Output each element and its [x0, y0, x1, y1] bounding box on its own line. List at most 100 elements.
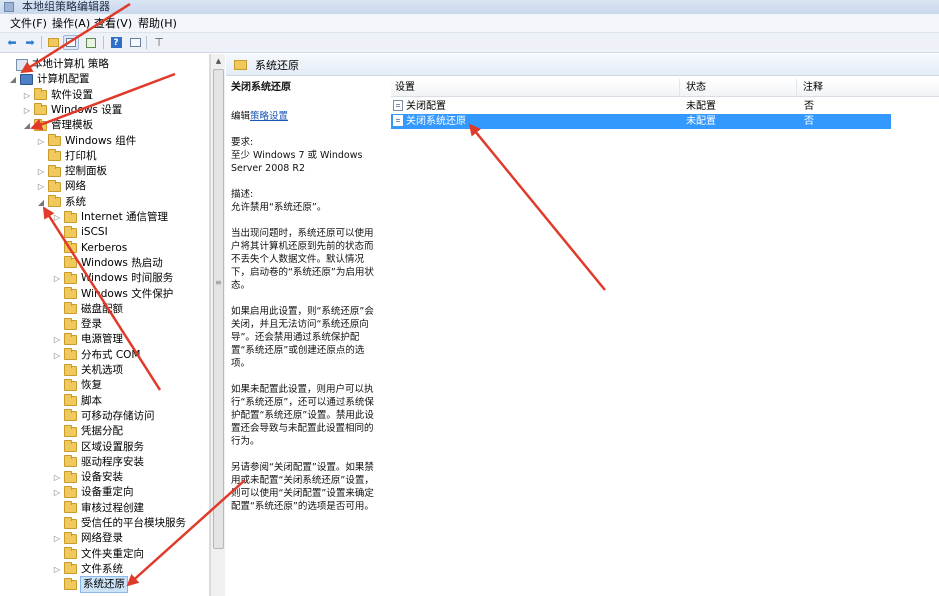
tree-item[interactable]: 系统还原 — [52, 576, 128, 594]
back-icon[interactable]: ⬅ — [4, 35, 20, 50]
collapse-toggle-icon[interactable]: ◢ — [36, 197, 46, 207]
scroll-grip-icon: ≡ — [215, 278, 222, 287]
help-icon[interactable]: ? — [108, 35, 124, 50]
tree-item[interactable]: ▷ 设备重定向 — [52, 485, 134, 500]
requirements-label: 要求: — [231, 137, 254, 148]
tree-item[interactable]: 凭据分配 — [52, 424, 123, 439]
tree-item[interactable]: 登录 — [52, 317, 102, 332]
list-row[interactable]: 关闭系统还原 未配置 否 — [391, 114, 891, 129]
tree-item-label: 恢复 — [81, 379, 102, 392]
tree-item-label: 审核过程创建 — [81, 501, 144, 514]
toggle-spacer — [52, 580, 62, 590]
menu-view[interactable]: 查看(V) — [92, 16, 134, 31]
edit-policy-link[interactable]: 策略设置 — [250, 111, 288, 122]
tree-item[interactable]: 恢复 — [52, 378, 102, 393]
tree-item[interactable]: ▷ 控制面板 — [36, 164, 107, 179]
properties-icon[interactable] — [127, 35, 143, 50]
expand-toggle-icon[interactable]: ▷ — [52, 473, 62, 483]
tree-item[interactable]: ◢ 计算机配置 — [8, 72, 90, 87]
tree-item[interactable]: 脚本 — [52, 394, 102, 409]
tree-item-label: Windows 热启动 — [81, 256, 163, 269]
toggle-spacer — [52, 320, 62, 330]
folder-icon — [64, 225, 77, 238]
tree-item[interactable]: ▷ 电源管理 — [52, 332, 123, 347]
tree-item[interactable]: ▷ Windows 时间服务 — [52, 271, 173, 286]
tree-item[interactable]: 区域设置服务 — [52, 440, 144, 455]
expand-toggle-icon[interactable]: ▷ — [36, 182, 46, 192]
tree-item[interactable]: 关机选项 — [52, 363, 123, 378]
list-row[interactable]: 关闭配置 未配置 否 — [391, 99, 891, 114]
setting-name: 关闭系统还原 — [406, 116, 466, 127]
tree-item-label: 本地计算机 策略 — [32, 58, 109, 70]
tree-item-label: 脚本 — [81, 394, 102, 407]
forward-icon[interactable]: ➡ — [22, 35, 38, 50]
tree-item[interactable]: ◢ 系统 — [36, 195, 86, 210]
expand-toggle-icon[interactable]: ▷ — [36, 136, 46, 146]
expand-toggle-icon[interactable]: ▷ — [52, 564, 62, 574]
expand-toggle-icon[interactable]: ▷ — [22, 105, 32, 115]
tree-item[interactable]: ▷ 软件设置 — [22, 88, 93, 103]
tree-item[interactable]: ▷ 设备安装 — [52, 470, 123, 485]
column-header-setting[interactable]: 设置 — [391, 79, 680, 97]
tree-item[interactable]: ▷ Internet 通信管理 — [52, 210, 168, 225]
toggle-spacer — [52, 519, 62, 529]
up-folder-icon[interactable] — [45, 35, 61, 50]
tree-item-label: 网络登录 — [81, 532, 123, 545]
tree-item[interactable]: ▷ 文件系统 — [52, 562, 123, 577]
export-icon[interactable] — [83, 35, 99, 50]
state-cell: 未配置 — [686, 101, 716, 112]
folder-icon — [48, 179, 61, 192]
tree-item[interactable]: iSCSI — [52, 225, 108, 240]
expand-toggle-icon[interactable]: ▷ — [22, 90, 32, 100]
tree-item[interactable]: ▷ Windows 设置 — [22, 103, 122, 118]
expand-toggle-icon[interactable]: ▷ — [52, 350, 62, 360]
tree-item[interactable]: 审核过程创建 — [52, 501, 144, 516]
tree-item[interactable]: ▷ 网络登录 — [52, 531, 123, 546]
column-header-comment[interactable]: 注释 — [797, 79, 939, 97]
toggle-spacer — [52, 228, 62, 238]
expand-toggle-icon[interactable]: ▷ — [52, 213, 62, 223]
tree-item[interactable]: 文件夹重定向 — [52, 547, 144, 562]
expand-toggle-icon[interactable]: ▷ — [52, 534, 62, 544]
tree-item[interactable]: ▷ 分布式 COM — [52, 348, 141, 363]
folder-icon — [34, 88, 47, 101]
tree-item[interactable]: Windows 文件保护 — [52, 287, 173, 302]
expand-toggle-icon[interactable]: ▷ — [36, 167, 46, 177]
settings-list: 设置 状态 注释 关闭配置 未配置 否 关闭系统还原 未配置 否 — [381, 77, 939, 596]
tree-item[interactable]: 磁盘配额 — [52, 302, 123, 317]
tree-scrollbar[interactable]: ▲ ≡ — [210, 54, 225, 596]
tree-item-label: 受信任的平台模块服务 — [81, 517, 186, 529]
filter-icon[interactable]: ⊤ — [151, 35, 167, 50]
folder-icon — [64, 241, 77, 254]
scroll-up-icon[interactable]: ▲ — [211, 54, 226, 68]
tree-item-label: iSCSI — [81, 226, 108, 239]
folder-icon — [64, 363, 77, 376]
expand-toggle-icon[interactable]: ▷ — [52, 488, 62, 498]
show-tree-icon[interactable] — [63, 35, 79, 50]
folder-icon — [64, 485, 77, 498]
tree-item[interactable]: ◢ 管理模板 — [22, 118, 93, 133]
tree-item[interactable]: 本地计算机 策略 — [4, 57, 109, 72]
tree-item[interactable]: ▷ Windows 组件 — [36, 134, 136, 149]
tree-item[interactable]: Windows 热启动 — [52, 256, 163, 271]
folder-icon — [64, 317, 77, 330]
tree-item[interactable]: 受信任的平台模块服务 — [52, 516, 186, 531]
tree-item[interactable]: ▷ 网络 — [36, 179, 86, 194]
toggle-spacer — [36, 151, 46, 161]
tree-item[interactable]: 可移动存储访问 — [52, 409, 155, 424]
column-header-state[interactable]: 状态 — [680, 79, 797, 97]
folder-icon — [64, 440, 77, 452]
menu-help[interactable]: 帮助(H) — [136, 16, 179, 31]
tree-item[interactable]: 打印机 — [36, 149, 97, 164]
scroll-thumb[interactable] — [213, 69, 224, 549]
collapse-toggle-icon[interactable]: ◢ — [22, 121, 32, 131]
expand-toggle-icon[interactable]: ▷ — [52, 274, 62, 284]
collapse-toggle-icon[interactable]: ◢ — [8, 75, 18, 85]
detail-header-title: 系统还原 — [255, 58, 299, 72]
menu-action[interactable]: 操作(A) — [50, 16, 92, 31]
tree-item[interactable]: Kerberos — [52, 241, 127, 256]
extended-description: 关闭系统还原 编辑策略设置 要求: 至少 Windows 7 或 Windows … — [226, 77, 381, 596]
expand-toggle-icon[interactable]: ▷ — [52, 335, 62, 345]
tree-item[interactable]: 驱动程序安装 — [52, 455, 144, 470]
menu-file[interactable]: 文件(F) — [8, 16, 49, 31]
